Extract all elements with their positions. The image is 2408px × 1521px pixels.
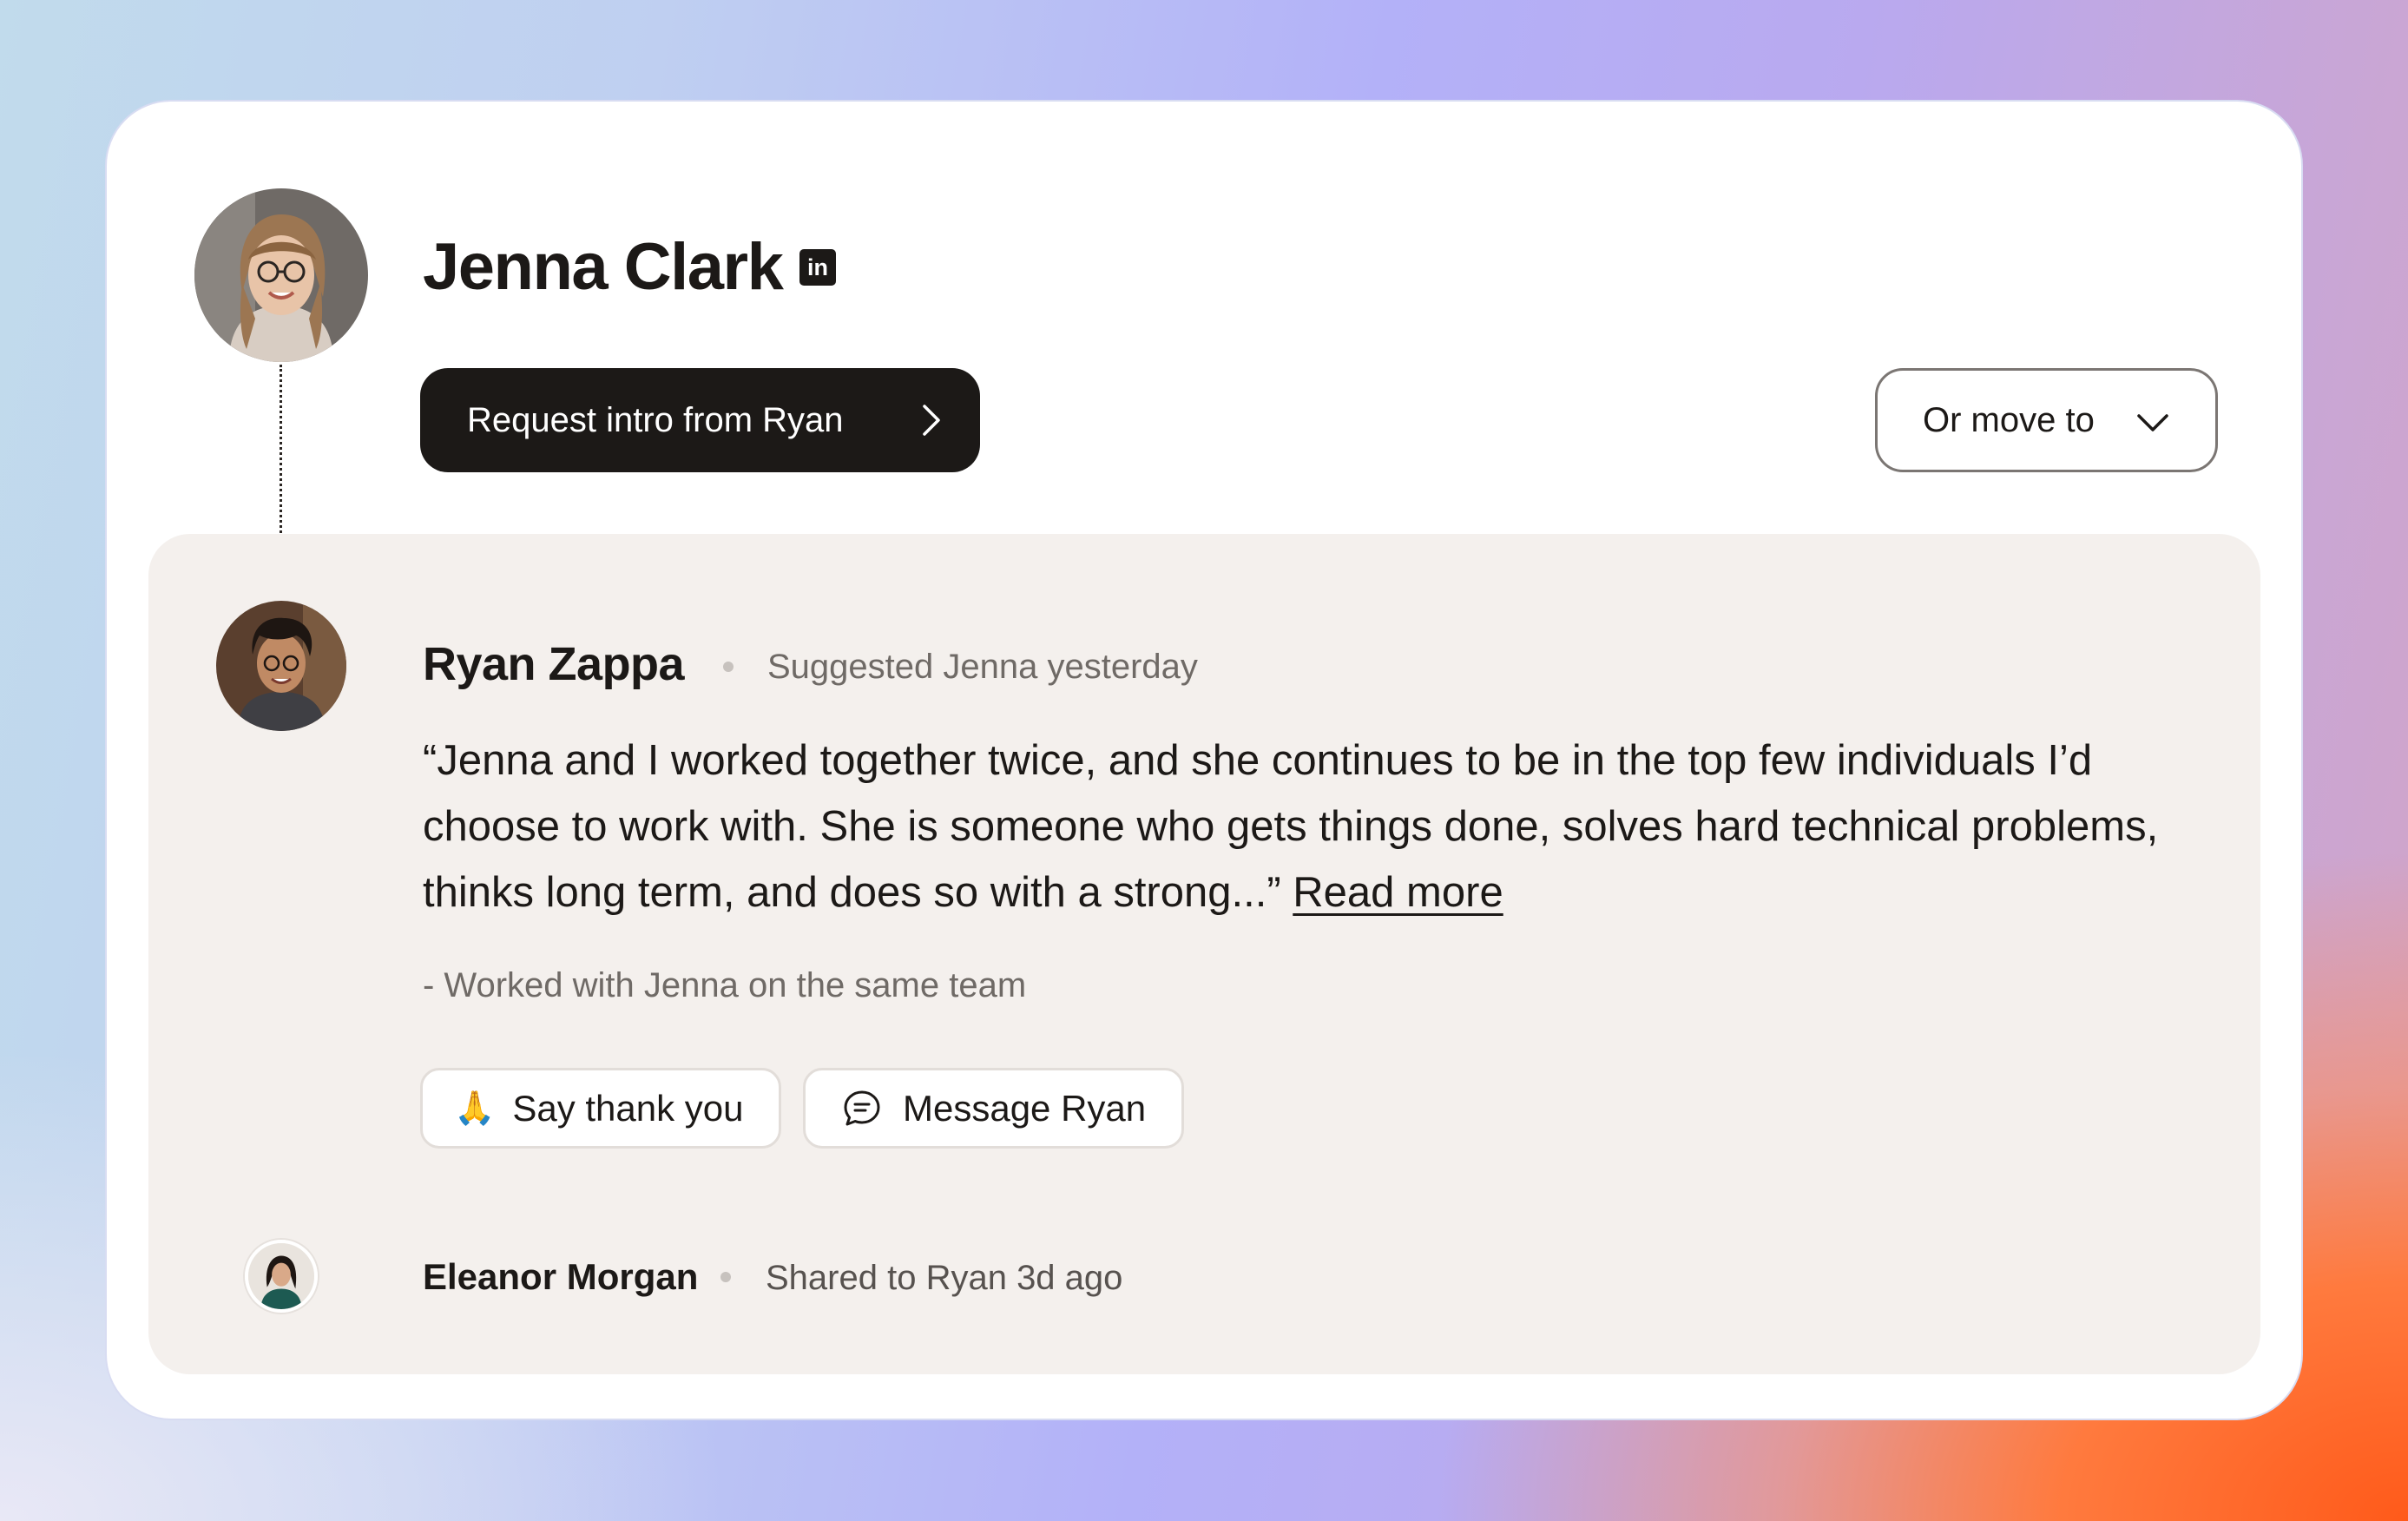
separator-dot (723, 662, 734, 672)
suggestion-meta: Suggested Jenna yesterday (767, 648, 1198, 686)
suggester-name[interactable]: Ryan Zappa (423, 634, 685, 695)
linkedin-icon[interactable]: in (799, 249, 836, 286)
ryan-avatar (216, 601, 346, 731)
say-thank-you-label: Say thank you (512, 1087, 744, 1129)
message-ryan-label: Message Ryan (903, 1087, 1147, 1129)
chevron-down-icon (2137, 414, 2168, 431)
request-intro-button[interactable]: Request intro from Ryan (420, 368, 980, 472)
message-ryan-button[interactable]: Message Ryan (803, 1068, 1184, 1149)
say-thank-you-button[interactable]: 🙏 Say thank you (420, 1068, 781, 1149)
separator-dot (720, 1272, 731, 1282)
recommendation-quote: “Jenna and I worked together twice, and … (423, 728, 2159, 925)
profile-name: Jenna Clark (423, 230, 784, 304)
chevron-right-icon (923, 405, 940, 436)
move-to-label: Or move to (1923, 400, 2095, 439)
sharer-name[interactable]: Eleanor Morgan (423, 1255, 698, 1299)
chat-bubble-icon (844, 1090, 880, 1125)
quote-text: “Jenna and I worked together twice, and … (423, 737, 2159, 916)
move-to-dropdown[interactable]: Or move to (1875, 368, 2218, 472)
request-intro-label: Request intro from Ryan (467, 400, 844, 439)
eleanor-avatar (245, 1240, 318, 1313)
jenna-avatar (194, 188, 368, 362)
folded-hands-icon: 🙏 (454, 1090, 496, 1127)
share-meta: Shared to Ryan 3d ago (766, 1259, 1123, 1297)
read-more-link[interactable]: Read more (1293, 869, 1503, 916)
relationship-context: - Worked with Jenna on the same team (423, 966, 1027, 1004)
